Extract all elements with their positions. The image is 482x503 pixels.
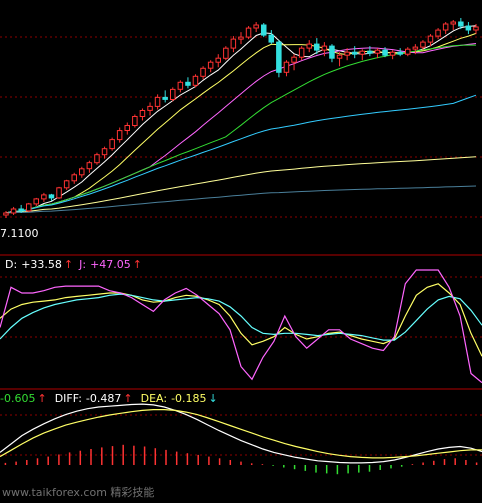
dea-label: DEA: bbox=[141, 392, 167, 405]
candle-up bbox=[435, 29, 441, 37]
candle-up bbox=[33, 198, 39, 205]
candle-up bbox=[223, 47, 229, 59]
kdj-d-label: D: bbox=[5, 258, 17, 271]
watermark: www.taikforex.com 精彩技能 bbox=[2, 485, 154, 499]
candle-up bbox=[283, 61, 290, 73]
candle-up bbox=[94, 154, 100, 164]
candle-up bbox=[41, 194, 47, 200]
candle-up bbox=[389, 51, 396, 56]
kdj-j-value: +47.05 bbox=[90, 258, 131, 271]
up-arrow-icon: ↑ bbox=[37, 392, 46, 405]
candle-up bbox=[442, 23, 449, 31]
candle-down bbox=[185, 81, 191, 86]
up-arrow-icon: ↑ bbox=[133, 258, 142, 271]
candle-up bbox=[321, 45, 328, 51]
candle-down bbox=[329, 45, 335, 59]
candle-up bbox=[79, 168, 85, 176]
candle-up bbox=[306, 43, 312, 49]
candle-up bbox=[56, 187, 62, 199]
candle-up bbox=[26, 203, 32, 212]
up-arrow-icon: ↑ bbox=[64, 258, 73, 271]
candle-down bbox=[261, 24, 267, 36]
candle-up bbox=[177, 81, 184, 90]
candle-down bbox=[314, 43, 320, 51]
candle-up bbox=[192, 75, 199, 86]
candle-up bbox=[215, 57, 221, 63]
candle-up bbox=[132, 116, 138, 126]
candle-down bbox=[367, 50, 373, 54]
candle-up bbox=[116, 130, 123, 141]
candle-up bbox=[86, 162, 93, 170]
candle-up bbox=[359, 50, 365, 55]
kdj-d-value: +33.58 bbox=[21, 258, 62, 271]
candle-up bbox=[420, 41, 426, 48]
candle-up bbox=[200, 67, 206, 77]
candle-down bbox=[465, 25, 472, 31]
diff-label: DIFF: bbox=[55, 392, 82, 405]
macd-value: -0.605 bbox=[0, 392, 35, 405]
candle-up bbox=[10, 208, 17, 214]
candle-up bbox=[412, 46, 419, 50]
candle-up bbox=[374, 49, 381, 54]
candle-down bbox=[48, 194, 55, 199]
candle-down bbox=[351, 51, 358, 55]
candle-up bbox=[253, 24, 259, 29]
candle-up bbox=[473, 26, 479, 31]
candle-down bbox=[397, 51, 403, 55]
candle-up bbox=[109, 139, 115, 150]
low-price-label: 7.1100 bbox=[0, 227, 39, 240]
diff-value: -0.487 bbox=[86, 392, 121, 405]
candle-up bbox=[291, 56, 297, 63]
candle-down bbox=[162, 96, 168, 100]
candle-up bbox=[427, 35, 434, 43]
candle-down bbox=[458, 21, 464, 27]
kdj-j-label: J: bbox=[78, 258, 86, 271]
candle-up bbox=[139, 110, 146, 117]
candle-down bbox=[18, 208, 24, 212]
candle-up bbox=[124, 125, 130, 131]
down-arrow-icon: ↓ bbox=[209, 392, 218, 405]
candle-up bbox=[170, 88, 176, 101]
candle-down bbox=[276, 41, 282, 73]
candle-up bbox=[154, 96, 161, 107]
candle-up bbox=[71, 174, 77, 182]
candle-up bbox=[344, 51, 350, 56]
stock-chart: 7.1100 D: +33.58 ↑ J: +47.05 ↑ -0.605 ↑ DIFF: -0… bbox=[0, 0, 482, 503]
candle-up bbox=[298, 47, 305, 58]
candle-up bbox=[147, 105, 153, 111]
candle-up bbox=[238, 36, 244, 40]
candle-up bbox=[101, 148, 108, 156]
candle-down bbox=[382, 49, 388, 56]
candle-up bbox=[207, 61, 214, 69]
candle-up bbox=[405, 48, 411, 55]
candle-up bbox=[230, 38, 237, 49]
macd-readout: -0.605 ↑ DIFF: -0.487 ↑ DEA: -0.185 ↓ bbox=[0, 392, 218, 405]
candle-up bbox=[450, 21, 456, 25]
candle-up bbox=[3, 212, 9, 216]
up-arrow-icon: ↑ bbox=[123, 392, 132, 405]
candle-up bbox=[336, 54, 343, 59]
candle-down bbox=[268, 34, 274, 43]
dea-value: -0.185 bbox=[171, 392, 206, 405]
candle-up bbox=[63, 180, 70, 189]
candle-up bbox=[245, 27, 252, 38]
